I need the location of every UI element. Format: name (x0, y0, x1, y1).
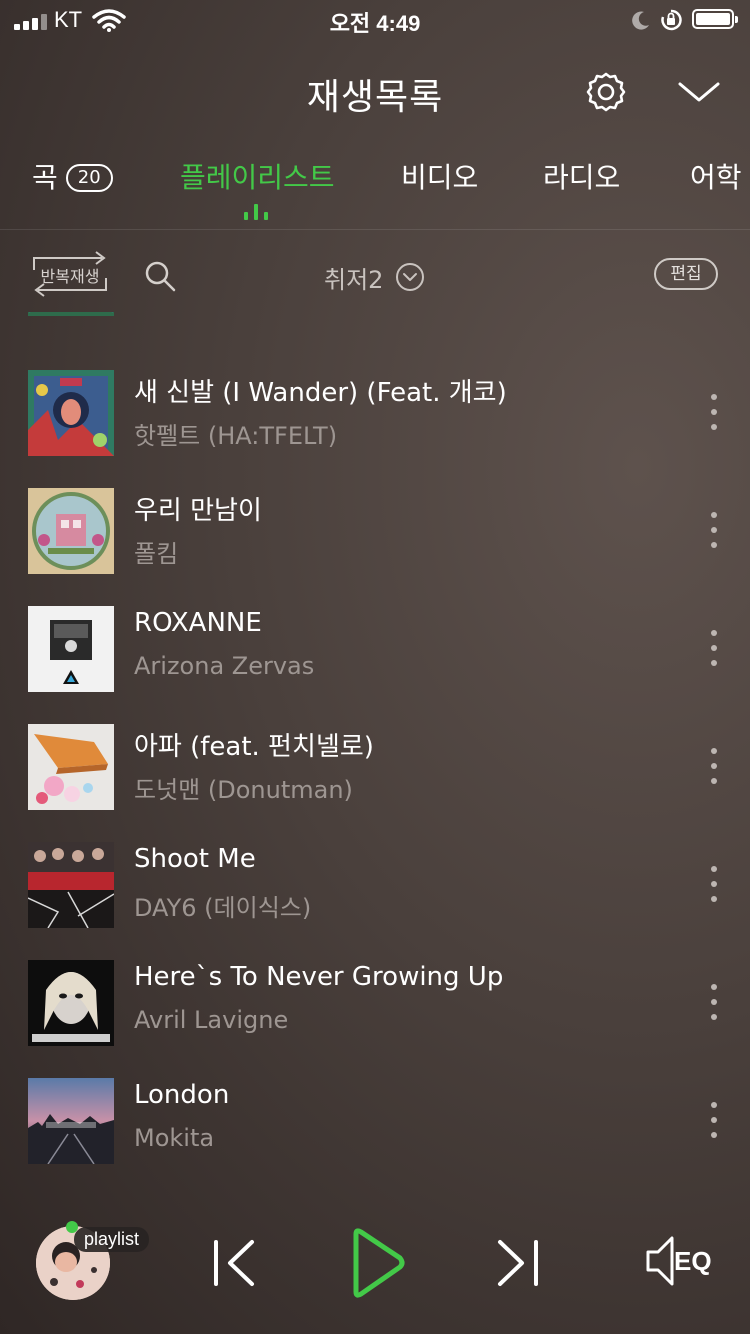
song-title: London (134, 1080, 230, 1110)
chevron-down-circle-icon (396, 263, 425, 291)
rotation-lock-icon (661, 9, 682, 31)
play-icon[interactable] (348, 1226, 408, 1300)
song-title: 아파 (feat. 펀치넬로) (134, 732, 374, 762)
collapse-chevron-down-icon[interactable] (676, 72, 722, 112)
song-artist: 핫펠트 (HA:TFELT) (134, 422, 338, 450)
list-item[interactable]: 새 신발 (I Wander) (Feat. 개코) 핫펠트 (HA:TFELT… (0, 370, 750, 488)
edit-button[interactable]: 편집 (654, 258, 718, 290)
previous-track-icon[interactable] (208, 1238, 258, 1288)
album-art (28, 842, 114, 928)
playlist-name: 취저2 (324, 266, 384, 294)
song-title: Here`s To Never Growing Up (134, 962, 504, 992)
album-art (28, 724, 114, 810)
more-options-icon[interactable] (704, 630, 724, 666)
song-title: ROXANNE (134, 608, 262, 638)
list-item[interactable]: 아파 (feat. 펀치넬로) 도넛맨 (Donutman) (0, 724, 750, 842)
search-icon[interactable] (144, 260, 176, 292)
tab-songs[interactable]: 곡 20 (32, 156, 113, 196)
status-bar: KT 오전 4:49 (0, 0, 750, 40)
playlist-selector[interactable]: 취저2 (324, 260, 425, 295)
song-list[interactable]: 새 신발 (I Wander) (Feat. 개코) 핫펠트 (HA:TFELT… (0, 312, 750, 1192)
list-item[interactable] (0, 312, 750, 348)
more-options-icon[interactable] (704, 394, 724, 430)
next-track-icon[interactable] (494, 1238, 544, 1288)
album-art (28, 488, 114, 574)
tab-songs-label: 곡 (32, 161, 58, 194)
more-options-icon[interactable] (704, 512, 724, 548)
list-item[interactable]: London Mokita (0, 1078, 750, 1192)
album-art (28, 1078, 114, 1164)
tab-playlist[interactable]: 플레이리스트 (180, 156, 335, 196)
album-art (28, 606, 114, 692)
settings-gear-icon[interactable] (582, 68, 630, 116)
album-art (28, 370, 114, 456)
tab-divider (0, 229, 750, 230)
list-item[interactable]: Shoot Me DAY6 (데이식스) (0, 842, 750, 960)
song-artist: Avril Lavigne (134, 1006, 289, 1034)
tab-language[interactable]: 어학 (690, 156, 742, 196)
song-artist: DAY6 (데이식스) (134, 894, 312, 922)
more-options-icon[interactable] (704, 866, 724, 902)
page-title: 재생목록 (306, 77, 444, 118)
eq-label: EQ (674, 1246, 712, 1276)
playlist-chip[interactable]: playlist (74, 1227, 150, 1252)
song-title: Shoot Me (134, 844, 256, 874)
list-item[interactable]: Here`s To Never Growing Up Avril Lavigne (0, 960, 750, 1078)
song-artist: 폴킴 (134, 540, 179, 568)
album-art (28, 960, 114, 1046)
more-options-icon[interactable] (704, 984, 724, 1020)
list-item[interactable]: 우리 만남이 폴킴 (0, 488, 750, 606)
list-item[interactable]: ROXANNE Arizona Zervas (0, 606, 750, 724)
song-count-badge: 20 (65, 164, 113, 192)
more-options-icon[interactable] (704, 748, 724, 784)
song-artist: 도넛맨 (Donutman) (134, 776, 353, 804)
repeat-play-label: 반복재생 (40, 267, 100, 286)
battery-icon (692, 9, 738, 29)
song-title: 새 신발 (I Wander) (Feat. 개코) (134, 378, 507, 408)
more-options-icon[interactable] (704, 1102, 724, 1138)
do-not-disturb-icon (632, 11, 649, 30)
album-art (28, 312, 114, 316)
song-title: 우리 만남이 (134, 496, 262, 526)
tab-radio[interactable]: 라디오 (543, 156, 620, 196)
song-artist: Arizona Zervas (134, 652, 315, 680)
tab-video[interactable]: 비디오 (401, 156, 478, 196)
song-artist: Mokita (134, 1124, 215, 1152)
now-playing-indicator-icon (244, 204, 270, 220)
